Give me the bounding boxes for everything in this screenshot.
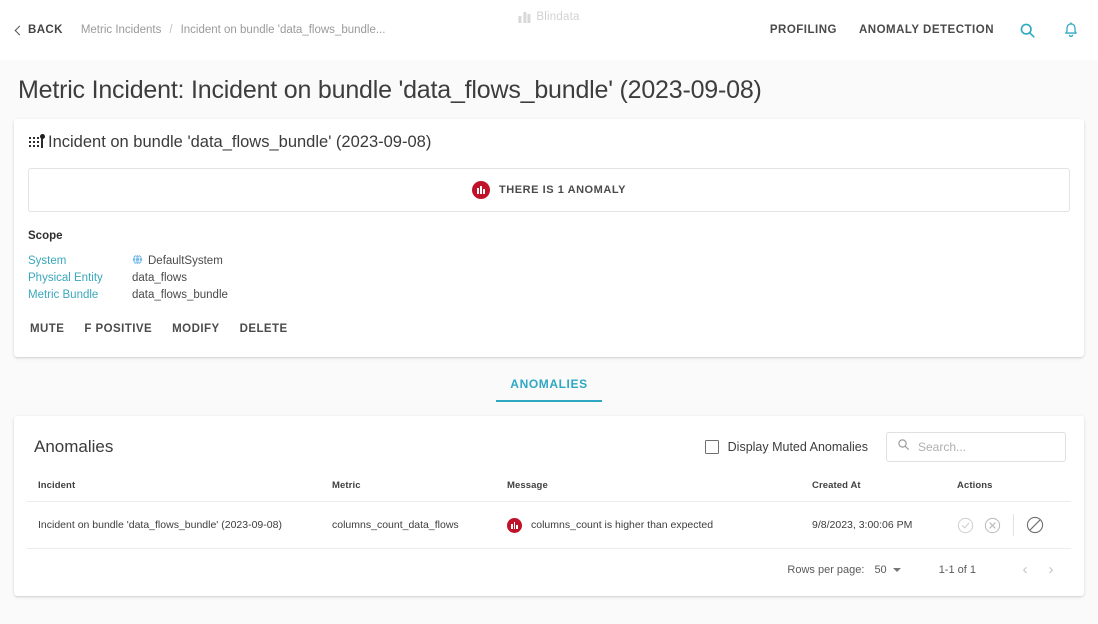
top-navigation: PROFILING ANOMALY DETECTION <box>770 19 1082 41</box>
anomaly-banner: THERE IS 1 ANOMALY <box>28 168 1070 212</box>
blindata-bars-icon <box>518 11 531 23</box>
column-header-incident: Incident <box>27 474 332 502</box>
rows-per-page-select[interactable]: 50 <box>874 563 901 576</box>
scope-row-physical-entity: Physical Entity data_flows <box>28 269 1084 286</box>
cell-message: columns_count is higher than expected <box>507 501 812 549</box>
scope-value-metric-bundle: data_flows_bundle <box>132 288 228 301</box>
search-icon[interactable] <box>1016 19 1038 41</box>
scope-row-system: System DefaultSystem <box>28 252 1084 269</box>
back-button[interactable]: BACK <box>14 24 63 36</box>
display-muted-anomalies-label: Display Muted Anomalies <box>727 440 868 454</box>
tab-anomalies[interactable]: ANOMALIES <box>496 371 602 402</box>
pagination: Rows per page: 50 1-1 of 1 ‹ › <box>14 549 1084 592</box>
breadcrumb-item-current[interactable]: Incident on bundle 'data_flows_bundle... <box>181 24 386 36</box>
cell-created-at: 9/8/2023, 3:00:06 PM <box>812 501 957 549</box>
mute-button[interactable]: MUTE <box>20 317 74 341</box>
dismiss-x-icon[interactable] <box>984 517 1001 534</box>
rows-per-page-label: Rows per page: <box>787 563 865 576</box>
cell-metric: columns_count_data_flows <box>332 501 507 549</box>
breadcrumb-item-metric-incidents[interactable]: Metric Incidents <box>81 24 162 36</box>
breadcrumb-separator: / <box>169 24 173 36</box>
search-input[interactable]: Search... <box>886 432 1066 462</box>
anomaly-banner-text: THERE IS 1 ANOMALY <box>498 184 627 196</box>
scope-row-metric-bundle: Metric Bundle data_flows_bundle <box>28 286 1084 303</box>
anomalies-header-controls: Display Muted Anomalies Search... <box>704 432 1066 462</box>
chevron-left-icon <box>14 25 25 35</box>
scope-label: Scope <box>28 230 63 242</box>
anomaly-alert-icon <box>507 517 522 533</box>
search-placeholder: Search... <box>918 440 967 454</box>
system-globe-icon <box>132 253 143 268</box>
anomalies-card: Anomalies Display Muted Anomalies Search… <box>14 416 1084 596</box>
anomalies-table: Incident Metric Message Created At Actio… <box>27 474 1071 549</box>
brand-name: Blindata <box>536 11 580 23</box>
incident-detail-card: Incident on bundle 'data_flows_bundle' (… <box>14 119 1084 357</box>
column-header-metric: Metric <box>332 474 507 502</box>
chevron-left-icon[interactable]: ‹ <box>1012 561 1038 578</box>
scope-key-physical-entity[interactable]: Physical Entity <box>28 272 132 284</box>
breadcrumb: Metric Incidents / Incident on bundle 'd… <box>81 24 386 36</box>
checkbox-box <box>704 440 719 454</box>
chevron-down-icon <box>892 567 901 572</box>
chevron-right-icon[interactable]: › <box>1038 561 1064 578</box>
scope-value-system-text: DefaultSystem <box>148 254 223 267</box>
display-muted-anomalies-checkbox[interactable]: Display Muted Anomalies <box>704 440 868 454</box>
table-row[interactable]: Incident on bundle 'data_flows_bundle' (… <box>27 501 1071 549</box>
nav-item-anomaly-detection[interactable]: ANOMALY DETECTION <box>859 24 994 36</box>
anomalies-header: Anomalies Display Muted Anomalies Search… <box>14 416 1084 474</box>
column-header-message: Message <box>507 474 812 502</box>
scope-value-physical-entity: data_flows <box>132 271 187 284</box>
scope-key-system[interactable]: System <box>28 255 132 267</box>
pagination-range: 1-1 of 1 <box>938 563 976 576</box>
cell-actions <box>957 501 1071 549</box>
bell-icon[interactable] <box>1060 19 1082 41</box>
page-title: Metric Incident: Incident on bundle 'dat… <box>18 76 762 104</box>
search-icon <box>897 438 910 456</box>
table-header-row: Incident Metric Message Created At Actio… <box>27 474 1071 502</box>
nav-item-profiling[interactable]: PROFILING <box>770 24 837 36</box>
column-header-created-at: Created At <box>812 474 957 502</box>
tab-bar: ANOMALIES <box>0 357 1098 402</box>
column-header-actions: Actions <box>957 474 1071 502</box>
incident-actions: MUTE F POSITIVE MODIFY DELETE <box>14 303 1084 357</box>
incident-card-header: Incident on bundle 'data_flows_bundle' (… <box>14 119 1084 162</box>
top-bar: BACK Metric Incidents / Incident on bund… <box>0 0 1098 60</box>
anomalies-table-head: Incident Metric Message Created At Actio… <box>27 474 1071 502</box>
cell-incident: Incident on bundle 'data_flows_bundle' (… <box>27 501 332 549</box>
incident-card-title: Incident on bundle 'data_flows_bundle' (… <box>48 133 432 151</box>
modify-button[interactable]: MODIFY <box>162 317 229 341</box>
confirm-check-icon[interactable] <box>957 517 974 534</box>
delete-button[interactable]: DELETE <box>230 317 298 341</box>
scope-value-system: DefaultSystem <box>132 253 223 268</box>
mute-ban-icon[interactable] <box>1026 516 1044 534</box>
rows-per-page-value: 50 <box>874 563 887 576</box>
actions-divider <box>1013 514 1014 536</box>
back-button-label: BACK <box>28 24 63 36</box>
anomalies-title: Anomalies <box>34 437 114 456</box>
cell-message-text: columns_count is higher than expected <box>531 519 714 531</box>
scope-table: System DefaultSystem Physical Entity dat… <box>14 242 1084 303</box>
metric-bundle-grid-icon <box>28 133 45 151</box>
brand-logo: Blindata <box>518 11 579 23</box>
anomaly-alert-icon <box>471 181 490 199</box>
scope-key-metric-bundle[interactable]: Metric Bundle <box>28 289 132 301</box>
false-positive-button[interactable]: F POSITIVE <box>74 317 162 341</box>
anomalies-table-body: Incident on bundle 'data_flows_bundle' (… <box>27 501 1071 549</box>
